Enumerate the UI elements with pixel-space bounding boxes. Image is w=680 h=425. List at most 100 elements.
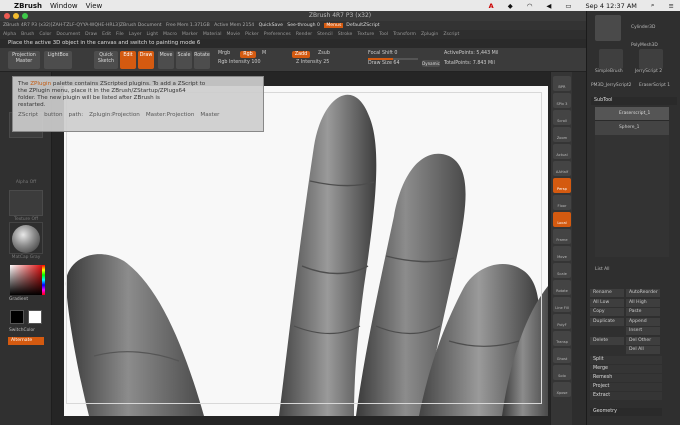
secondary-color-swatch[interactable] — [10, 310, 24, 324]
close-window-icon[interactable] — [4, 13, 10, 19]
main-color-swatch[interactable] — [28, 310, 42, 324]
view-button-aahalf[interactable]: AAHalf — [553, 161, 571, 176]
quicksave-button[interactable]: QuickSave — [259, 23, 283, 28]
view-button-actual[interactable]: Actual — [553, 144, 571, 159]
subtool-header[interactable]: SubTool — [591, 97, 677, 105]
view-button-bpr[interactable]: BPR — [553, 76, 571, 91]
zmenu-stroke[interactable]: Stroke — [338, 32, 353, 37]
zmenu-zscript[interactable]: Zscript — [443, 32, 459, 37]
zsub-button[interactable]: Zsub — [318, 51, 338, 57]
zmenu-macro[interactable]: Macro — [163, 32, 177, 37]
subtool-copy-button[interactable]: Copy — [590, 308, 624, 316]
zmenu-texture[interactable]: Texture — [357, 32, 374, 37]
dynamic-button[interactable]: Dynamic — [422, 60, 440, 67]
switchcolor-label[interactable]: SwitchColor — [0, 328, 52, 333]
default-zscript-button[interactable]: DefaultZScript — [346, 23, 379, 28]
view-button-floor[interactable]: Floor — [553, 195, 571, 210]
draw-size-slider[interactable]: Draw Size 64 — [368, 61, 418, 67]
section-remesh[interactable]: Remesh — [590, 374, 662, 382]
zmenu-document[interactable]: Document — [56, 32, 80, 37]
zmenu-zplugin[interactable]: Zplugin — [421, 32, 438, 37]
view-button-xpose[interactable]: Xpose — [553, 382, 571, 397]
subtool-insert-button[interactable]: Insert — [626, 327, 660, 335]
menu-window[interactable]: Window — [50, 2, 78, 10]
subtool-item-sphere[interactable]: Sphere_1 — [595, 121, 669, 135]
zmenu-tool[interactable]: Tool — [379, 32, 388, 37]
subtool-append-button[interactable]: Append — [626, 317, 660, 326]
section-merge[interactable]: Merge — [590, 365, 662, 373]
subtool-rename-button[interactable]: Rename — [590, 289, 624, 297]
see-through-slider[interactable]: See-through 0 — [287, 23, 320, 28]
tool-label-polymesh[interactable]: PolyMesh3D — [631, 43, 658, 48]
view-button-move[interactable]: Move — [553, 246, 571, 261]
subtool-duplicate-button[interactable]: Duplicate — [590, 317, 624, 326]
zmenu-alpha[interactable]: Alpha — [3, 32, 16, 37]
section-split[interactable]: Split — [590, 356, 662, 364]
view-button-line-fill[interactable]: Line Fill — [553, 297, 571, 312]
zmenu-file[interactable]: File — [116, 32, 124, 37]
zmenu-draw[interactable]: Draw — [85, 32, 97, 37]
section-geometry[interactable]: Geometry — [590, 408, 662, 416]
current-tool-thumb[interactable] — [595, 15, 621, 41]
view-button-scale[interactable]: Scale — [553, 263, 571, 278]
search-icon[interactable]: ⌕ — [651, 1, 655, 10]
view-button-solo[interactable]: Solo — [553, 365, 571, 380]
view-button-polyf[interactable]: PolyF — [553, 314, 571, 329]
view-button-local[interactable]: Local — [553, 212, 571, 227]
menu-view[interactable]: View — [86, 2, 103, 10]
minimize-window-icon[interactable] — [13, 13, 19, 19]
right-scroll-column[interactable] — [572, 72, 586, 425]
menus-toggle[interactable]: Menus — [324, 23, 344, 28]
m-button[interactable]: M — [262, 51, 270, 57]
section-extract[interactable]: Extract — [590, 392, 662, 400]
zmenu-transform[interactable]: Transform — [393, 32, 416, 37]
zmenu-edit[interactable]: Edit — [102, 32, 111, 37]
tool-thumb-jerryscript[interactable] — [639, 49, 663, 69]
zmenu-stencil[interactable]: Stencil — [317, 32, 333, 37]
menu-app-name[interactable]: ZBrush — [14, 2, 42, 10]
edit-button[interactable]: Edit — [120, 51, 136, 69]
zmenu-picker[interactable]: Picker — [245, 32, 259, 37]
view-button-rotate[interactable]: Rotate — [553, 280, 571, 295]
tool-thumb-simplebrush[interactable] — [599, 49, 623, 69]
alternate-button[interactable]: Alternate — [8, 337, 44, 345]
z-intensity-slider[interactable]: Z Intensity 25 — [296, 60, 352, 66]
rgb-button[interactable]: Rgb — [240, 51, 256, 58]
view-button-ghost[interactable]: Ghost — [553, 348, 571, 363]
zadd-button[interactable]: Zadd — [292, 51, 310, 58]
list-all-button[interactable]: List All — [595, 267, 610, 272]
subtool-all-high-button[interactable]: All High — [626, 298, 660, 307]
color-picker[interactable] — [10, 265, 42, 295]
subtool-delete-button[interactable]: Delete — [590, 336, 624, 345]
notification-icon[interactable]: ≡ — [669, 2, 674, 10]
view-button-persp[interactable]: Persp — [553, 178, 571, 193]
tool-label-pm3d[interactable]: PM3D_JerryScript2 — [591, 83, 631, 88]
view-button-transp[interactable]: Transp — [553, 331, 571, 346]
view-button-zoom[interactable]: Zoom — [553, 127, 571, 142]
quick-sketch-button[interactable]: Quick Sketch — [94, 51, 118, 69]
zmenu-layer[interactable]: Layer — [129, 32, 142, 37]
zmenu-light[interactable]: Light — [147, 32, 158, 37]
mrgb-button[interactable]: Mrgb — [218, 51, 236, 57]
battery-icon[interactable]: ▭ — [565, 2, 571, 10]
tool-label-jerryscript[interactable]: JerryScript 2 — [635, 69, 662, 74]
zmenu-movie[interactable]: Movie — [226, 32, 240, 37]
tool-label-simplebrush[interactable]: SimpleBrush — [595, 69, 623, 74]
texture-thumbnail[interactable] — [9, 190, 43, 216]
clock-text[interactable]: Sep 4 12:37 AM — [586, 2, 637, 10]
tool-label-cylinder[interactable]: Cylinder3D — [631, 25, 655, 30]
hue-strip[interactable] — [42, 265, 45, 295]
dropbox-icon[interactable]: ◆ — [508, 2, 513, 10]
zmenu-marker[interactable]: Marker — [182, 32, 198, 37]
adobe-icon[interactable]: A — [489, 2, 494, 10]
volume-icon[interactable]: ◀ — [546, 2, 551, 10]
scale-button[interactable]: Scale — [176, 51, 192, 69]
section-project[interactable]: Project — [590, 383, 662, 391]
subtool-all-low-button[interactable]: All Low — [590, 298, 624, 307]
zmenu-color[interactable]: Color — [39, 32, 51, 37]
view-button-frame[interactable]: Frame — [553, 229, 571, 244]
zmenu-preferences[interactable]: Preferences — [264, 32, 291, 37]
move-button[interactable]: Move — [158, 51, 174, 69]
zoom-window-icon[interactable] — [22, 13, 28, 19]
rgb-intensity-slider[interactable]: Rgb Intensity 100 — [218, 60, 276, 66]
